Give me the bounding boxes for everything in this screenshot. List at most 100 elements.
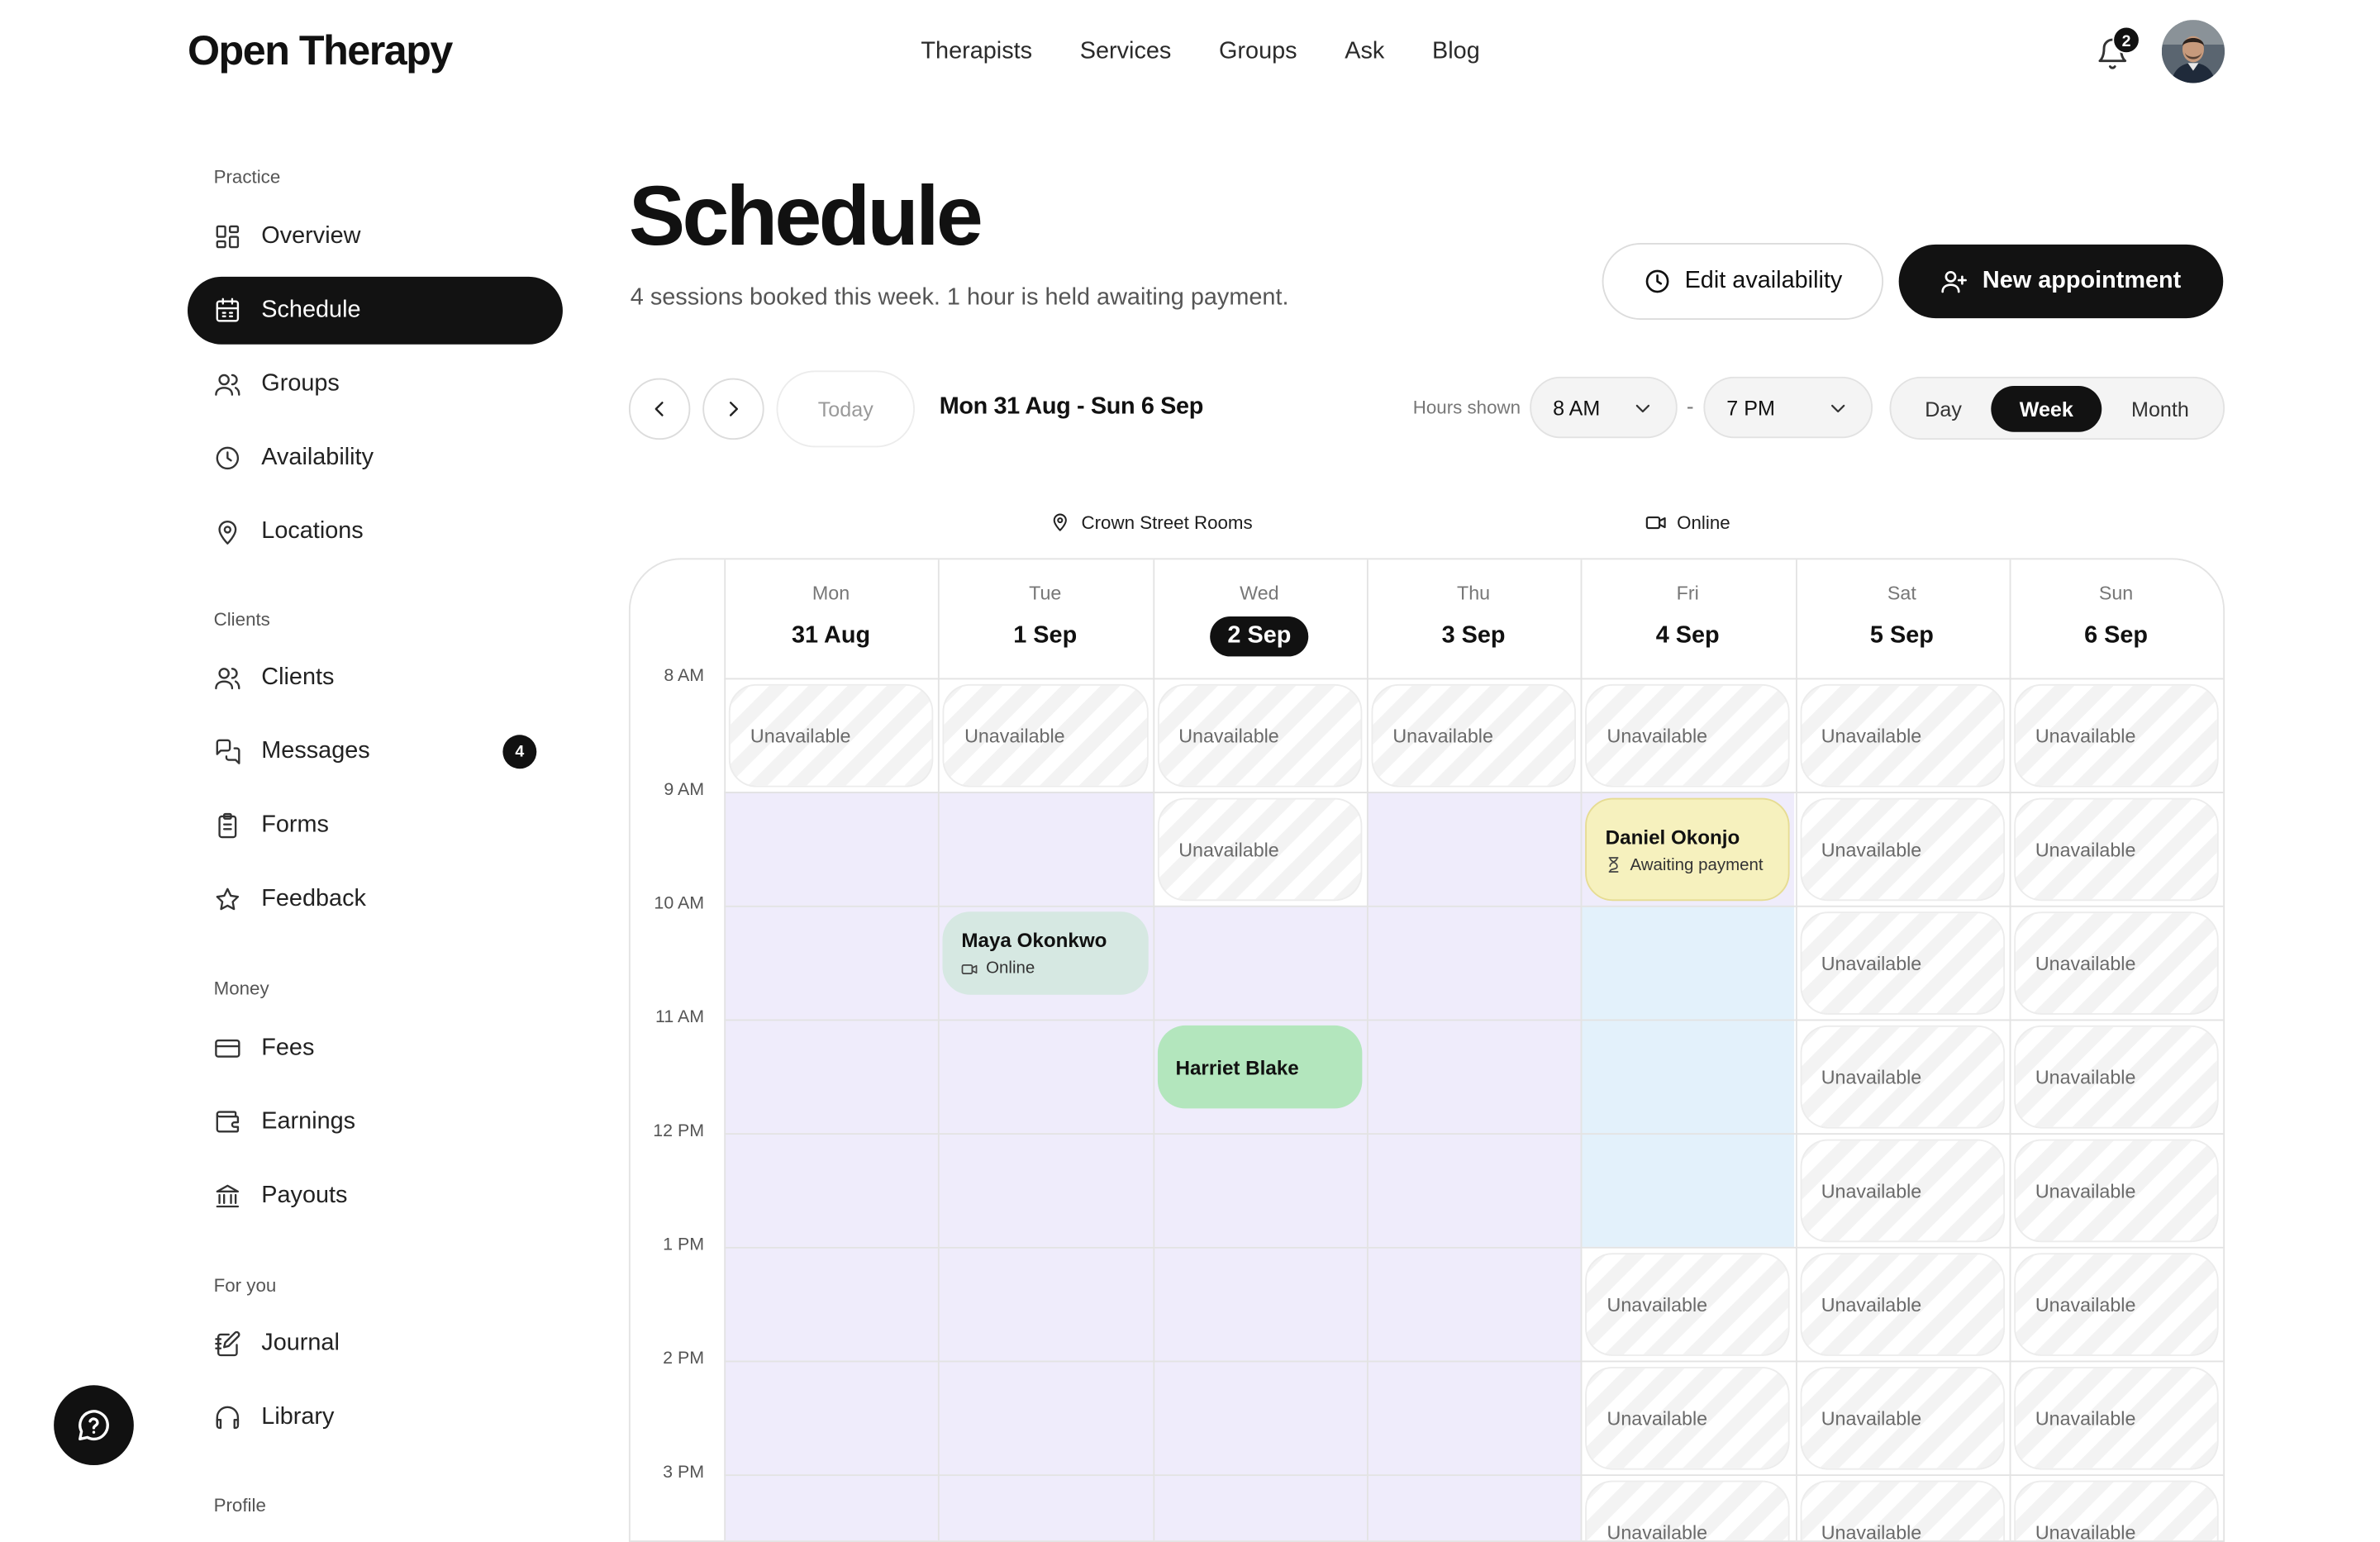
day-date[interactable]: 5 Sep	[1795, 622, 2009, 650]
available-slot[interactable]	[1366, 1133, 1581, 1247]
sidebar-section-heading: Practice	[213, 165, 281, 188]
week-calendar: Mon 31 Aug Tue 1 Sep Wed 2 Sep Thu 3 Sep Fri 4 Se…	[628, 558, 2225, 1542]
appointment-card[interactable]: Daniel Okonjo Awaiting payment	[1585, 797, 1791, 902]
available-slot[interactable]	[1152, 1360, 1367, 1475]
available-slot[interactable]	[938, 1133, 1153, 1247]
appointment-card[interactable]: Maya Okonkwo Online	[943, 911, 1149, 995]
nav-blog[interactable]: Blog	[1432, 39, 1480, 66]
online-slot[interactable]	[1580, 905, 1796, 1020]
available-slot[interactable]	[724, 792, 939, 906]
available-slot[interactable]	[1366, 905, 1581, 1020]
available-slot[interactable]	[1152, 905, 1367, 1020]
time-label: 12 PM	[653, 1122, 705, 1141]
location-online[interactable]: Online	[1581, 498, 1795, 546]
sidebar-item-label: Fees	[261, 1035, 315, 1061]
video-icon	[961, 960, 978, 977]
available-slot[interactable]	[938, 1474, 1153, 1541]
sidebar-item-journal[interactable]: Journal	[188, 1310, 563, 1378]
view-month[interactable]: Month	[2106, 386, 2214, 432]
day-date[interactable]: 6 Sep	[2009, 622, 2223, 650]
day-of-week: Sun	[2098, 583, 2134, 605]
available-slot[interactable]	[1366, 792, 1581, 906]
clipboard-icon	[214, 811, 241, 839]
available-slot[interactable]	[724, 905, 939, 1020]
sidebar-item-feedback[interactable]: Feedback	[188, 865, 563, 933]
sidebar-item-forms[interactable]: Forms	[188, 792, 563, 859]
available-slot[interactable]	[724, 1246, 939, 1361]
day-date[interactable]: 31 Aug	[724, 622, 938, 650]
appointment-card[interactable]: Harriet Blake	[1157, 1025, 1363, 1109]
appointment-client-name: Daniel Okonjo	[1605, 825, 1740, 849]
unavailable-block: Unavailable	[1585, 1253, 1791, 1356]
day-date[interactable]: 1 Sep	[938, 622, 1152, 650]
nav-ask[interactable]: Ask	[1345, 39, 1384, 66]
online-slot[interactable]	[1580, 1019, 1796, 1134]
clock-icon	[1645, 269, 1668, 293]
available-slot[interactable]	[724, 1133, 939, 1247]
sidebar-item-schedule[interactable]: Schedule	[187, 276, 563, 345]
sidebar-section-heading: For you	[213, 1274, 277, 1297]
available-slot[interactable]	[1152, 1246, 1367, 1361]
date-range: Mon 31 Aug - Sun 6 Sep	[939, 393, 1204, 420]
sidebar-section-heading: Clients	[213, 608, 270, 631]
sidebar-item-groups[interactable]: Groups	[188, 350, 563, 418]
clock-icon	[214, 445, 241, 472]
available-slot[interactable]	[1366, 1360, 1581, 1475]
appointment-status: Awaiting payment	[1606, 855, 1789, 874]
available-slot[interactable]	[1366, 1019, 1581, 1134]
available-slot[interactable]	[938, 1019, 1153, 1134]
unavailable-block: Unavailable	[1799, 1025, 2005, 1129]
available-slot[interactable]	[1366, 1246, 1581, 1361]
nav-groups[interactable]: Groups	[1219, 39, 1297, 66]
day-of-week: Thu	[1456, 583, 1491, 605]
available-slot[interactable]	[938, 1360, 1153, 1475]
available-slot[interactable]	[1366, 1474, 1581, 1541]
edit-availability-button[interactable]: Edit availability	[1602, 242, 1884, 320]
sidebar-item-locations[interactable]: Locations	[188, 498, 563, 566]
today-button[interactable]: Today	[776, 370, 915, 448]
appointment-client-name: Maya Okonkwo	[961, 928, 1107, 952]
today-date[interactable]: 2 Sep	[1153, 616, 1367, 657]
sidebar-item-library[interactable]: Library	[188, 1383, 563, 1451]
day-date[interactable]: 3 Sep	[1367, 622, 1581, 650]
nav-therapists[interactable]: Therapists	[921, 39, 1032, 66]
view-week[interactable]: Week	[1991, 385, 2102, 432]
day-of-week: Sat	[1887, 583, 1916, 605]
new-appointment-label: New appointment	[1982, 267, 2182, 294]
available-slot[interactable]	[938, 792, 1153, 906]
end-hour-select[interactable]: 7 PM	[1703, 376, 1873, 439]
unavailable-block: Unavailable	[2013, 683, 2219, 788]
sidebar-item-availability[interactable]: Availability	[188, 424, 563, 492]
view-day[interactable]: Day	[1897, 386, 1990, 432]
sidebar-item-clients[interactable]: Clients	[188, 645, 563, 712]
column-divider	[938, 559, 940, 1541]
nav-services[interactable]: Services	[1080, 39, 1172, 66]
unavailable-block: Unavailable	[1799, 1253, 2005, 1356]
sidebar-item-earnings[interactable]: Earnings	[188, 1088, 563, 1156]
available-slot[interactable]	[724, 1474, 939, 1541]
start-hour-select[interactable]: 8 AM	[1530, 376, 1678, 439]
app-logo[interactable]: Open Therapy	[188, 27, 453, 75]
location-crown-street[interactable]: Crown Street Rooms	[722, 498, 1580, 546]
sidebar-item-messages[interactable]: Messages 4	[188, 718, 563, 786]
headphones-icon	[214, 1404, 241, 1431]
sidebar-item-fees[interactable]: Fees	[188, 1015, 563, 1083]
day-date[interactable]: 4 Sep	[1581, 622, 1795, 650]
available-slot[interactable]	[724, 1360, 939, 1475]
available-slot[interactable]	[1152, 1133, 1367, 1247]
time-label: 10 AM	[654, 894, 705, 914]
help-button[interactable]	[54, 1385, 134, 1466]
new-appointment-button[interactable]: New appointment	[1898, 244, 2224, 319]
hour-divider	[724, 1474, 2224, 1477]
available-slot[interactable]	[724, 1019, 939, 1134]
sidebar-item-payouts[interactable]: Payouts	[188, 1163, 563, 1230]
online-slot[interactable]	[1580, 1133, 1796, 1247]
available-slot[interactable]	[938, 1246, 1153, 1361]
avatar[interactable]	[2161, 20, 2225, 83]
hour-divider	[724, 792, 2224, 793]
unavailable-block: Unavailable	[943, 683, 1149, 788]
previous-week-button[interactable]	[628, 378, 691, 440]
sidebar-item-overview[interactable]: Overview	[188, 203, 563, 271]
next-week-button[interactable]	[702, 378, 764, 440]
available-slot[interactable]	[1152, 1474, 1367, 1541]
